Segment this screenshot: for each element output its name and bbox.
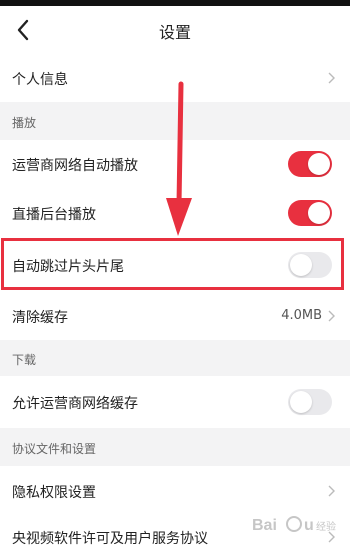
row-label: 允许运营商网络缓存: [12, 396, 138, 412]
annotation-arrow-icon: [166, 81, 192, 236]
row-label: 直播后台播放: [12, 207, 96, 223]
row-label: 运营商网络自动播放: [12, 158, 138, 174]
cache-size: 4.0MB: [281, 308, 322, 323]
header: 设置: [0, 6, 350, 54]
auto-play-cellular-toggle[interactable]: [288, 151, 332, 177]
watermark: Bai u 经验: [250, 510, 340, 538]
section-title: 下载: [12, 353, 37, 367]
svg-text:经验: 经验: [316, 520, 336, 533]
chevron-right-icon: [328, 310, 335, 322]
section-title: 协议文件和设置: [12, 442, 97, 456]
svg-text:u: u: [304, 517, 314, 534]
row-label: 清除缓存: [12, 310, 68, 326]
row-privacy[interactable]: 隐私权限设置: [0, 466, 350, 514]
svg-text:Bai: Bai: [252, 517, 277, 534]
row-label: 个人信息: [12, 72, 68, 88]
toggle-knob: [290, 391, 312, 413]
baidu-watermark-icon: Bai u 经验: [252, 516, 336, 534]
section-title: 播放: [12, 116, 37, 130]
highlight-box: [1, 238, 344, 290]
chevron-right-icon: [328, 72, 335, 84]
row-clear-cache[interactable]: 清除缓存 4.0MB: [0, 292, 350, 340]
chevron-right-icon: [328, 485, 335, 497]
row-label: 央视频软件许可及用户服务协议: [12, 531, 208, 547]
row-label: 隐私权限设置: [12, 485, 96, 501]
section-download: 下载: [0, 340, 350, 376]
background-play-toggle[interactable]: [288, 200, 332, 226]
page-title: 设置: [158, 23, 191, 42]
toggle-knob: [308, 153, 330, 175]
section-agreements: 协议文件和设置: [0, 428, 350, 466]
allow-cellular-cache-toggle[interactable]: [288, 389, 332, 415]
toggle-knob: [308, 202, 330, 224]
row-allow-cellular-cache: 允许运营商网络缓存: [0, 376, 350, 428]
